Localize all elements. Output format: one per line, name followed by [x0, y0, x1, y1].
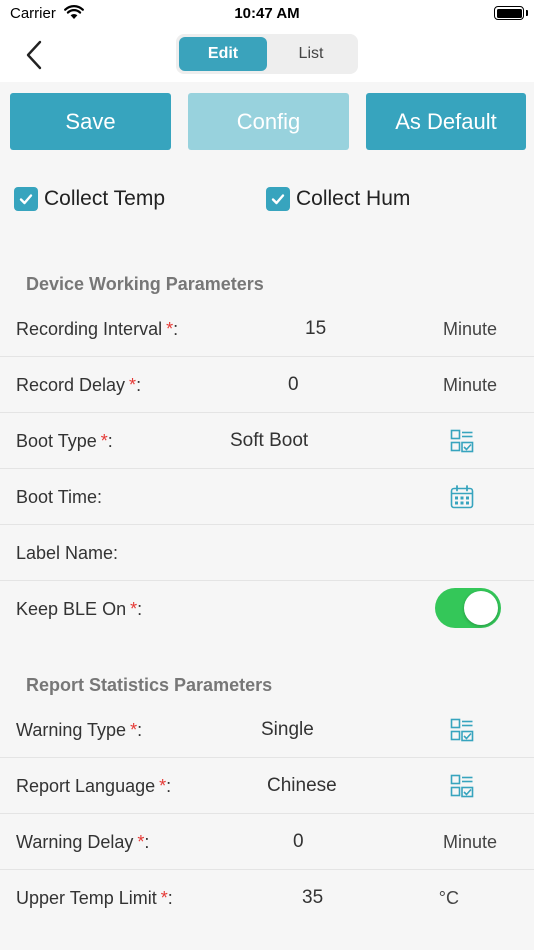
record-delay-unit: Minute: [442, 374, 497, 395]
label-name-row[interactable]: Label Name:: [0, 525, 534, 581]
warning-delay-input[interactable]: 0: [293, 814, 304, 870]
keep-ble-on-row: Keep BLE On *:: [0, 581, 534, 637]
required-marker: *: [130, 719, 138, 740]
warning-delay-unit: Minute: [442, 831, 497, 852]
device-section-title: Device Working Parameters: [26, 274, 264, 294]
boot-time-row[interactable]: Boot Time:: [0, 469, 534, 525]
recording-interval-row: Recording Interval *: 15 Minute: [0, 301, 534, 357]
settings-content: Save Config As Default Collect Temp Coll…: [0, 82, 534, 950]
record-delay-label: Record Delay: [16, 374, 126, 395]
status-bar: Carrier 10:47 AM: [0, 0, 534, 28]
warning-type-value[interactable]: Single: [261, 702, 314, 758]
record-delay-input[interactable]: 0: [288, 357, 299, 413]
upper-temp-limit-label: Upper Temp Limit: [16, 887, 157, 908]
collect-hum-checkbox[interactable]: Collect Hum: [266, 184, 410, 214]
collect-temp-label: Collect Temp: [44, 187, 165, 210]
tab-list[interactable]: List: [267, 37, 355, 71]
required-marker: *: [129, 374, 137, 395]
boot-time-label: Boot Time:: [16, 486, 103, 507]
battery-tip: [526, 10, 528, 16]
battery-icon: [494, 6, 524, 20]
collect-temp-checkbox[interactable]: Collect Temp: [14, 184, 165, 214]
warning-type-row[interactable]: Warning Type *: Single: [0, 702, 534, 758]
checkbox-checked-icon: [14, 187, 38, 211]
list-select-icon[interactable]: [450, 774, 474, 798]
config-button[interactable]: Config: [188, 93, 349, 150]
record-delay-row: Record Delay *: 0 Minute: [0, 357, 534, 413]
keep-ble-on-toggle[interactable]: [435, 588, 501, 628]
required-marker: *: [159, 775, 167, 796]
required-marker: *: [160, 887, 168, 908]
report-parameters-list: Warning Type *: Single Report Language *: …: [0, 702, 534, 926]
keep-ble-on-label: Keep BLE On: [16, 598, 127, 619]
status-time: 10:47 AM: [234, 5, 300, 22]
device-parameters-list: Recording Interval *: 15 Minute Record De…: [0, 301, 534, 637]
toggle-knob: [464, 591, 498, 625]
mode-segmented-control: Edit List: [176, 34, 358, 74]
chevron-left-icon: [26, 40, 42, 70]
required-marker: *: [100, 430, 108, 451]
tab-edit[interactable]: Edit: [179, 37, 267, 71]
warning-type-label: Warning Type: [16, 719, 127, 740]
required-marker: *: [130, 598, 138, 619]
action-buttons: Save Config As Default: [10, 93, 526, 150]
recording-interval-unit: Minute: [442, 318, 497, 339]
back-button[interactable]: [18, 37, 50, 73]
required-marker: *: [137, 831, 145, 852]
warning-delay-label: Warning Delay: [16, 831, 134, 852]
boot-type-row[interactable]: Boot Type *: Soft Boot: [0, 413, 534, 469]
collect-hum-label: Collect Hum: [296, 187, 411, 210]
recording-interval-input[interactable]: 15: [305, 301, 326, 357]
label-name-label: Label Name:: [16, 542, 119, 563]
upper-temp-limit-input[interactable]: 35: [302, 870, 323, 926]
as-default-button[interactable]: As Default: [366, 93, 526, 150]
report-language-row[interactable]: Report Language *: Chinese: [0, 758, 534, 814]
nav-bar: Edit List: [0, 28, 534, 82]
boot-type-label: Boot Type: [16, 430, 97, 451]
boot-type-value[interactable]: Soft Boot: [230, 413, 308, 469]
list-select-icon[interactable]: [450, 429, 474, 453]
upper-temp-limit-unit: °C: [438, 887, 459, 908]
warning-delay-row: Warning Delay *: 0 Minute: [0, 814, 534, 870]
checkbox-checked-icon: [266, 187, 290, 211]
recording-interval-label: Recording Interval: [16, 318, 163, 339]
calendar-icon[interactable]: [450, 485, 474, 509]
required-marker: *: [166, 318, 174, 339]
report-language-label: Report Language: [16, 775, 156, 796]
save-button[interactable]: Save: [10, 93, 171, 150]
report-language-value[interactable]: Chinese: [267, 758, 337, 814]
list-select-icon[interactable]: [450, 718, 474, 742]
upper-temp-limit-row: Upper Temp Limit *: 35 °C: [0, 870, 534, 926]
collect-options: Collect Temp Collect Hum: [14, 184, 524, 214]
report-section-title: Report Statistics Parameters: [26, 675, 273, 695]
